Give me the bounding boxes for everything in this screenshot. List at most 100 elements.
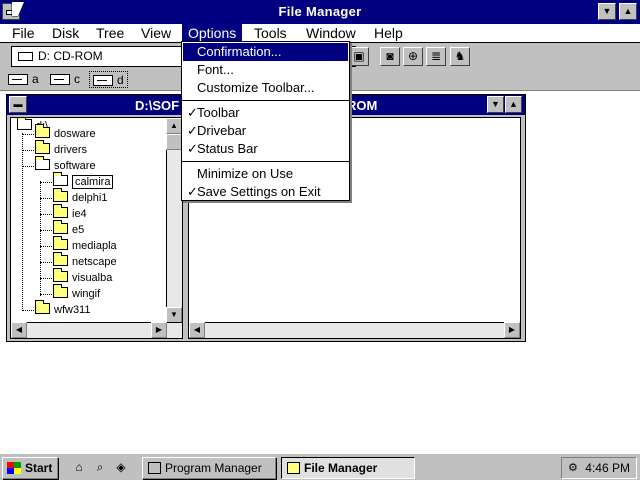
- menu-item-label: Confirmation...: [197, 44, 282, 59]
- task-file-manager[interactable]: File Manager: [281, 457, 415, 479]
- properties-icon[interactable]: ≣: [426, 47, 446, 66]
- quicklaunch-desktop-icon[interactable]: ◈: [112, 459, 130, 476]
- folder-icon: [53, 252, 68, 266]
- menu-item-label: Status Bar: [197, 141, 258, 156]
- tree-item-label: drivers: [54, 144, 88, 156]
- tools-icon[interactable]: ♞: [450, 47, 470, 66]
- tree-connector: [22, 133, 23, 311]
- menu-item-minimize-on-use[interactable]: Minimize on Use: [183, 165, 348, 183]
- task-program-manager[interactable]: Program Manager: [142, 457, 276, 479]
- clock[interactable]: 4:46 PM: [585, 458, 630, 478]
- tree-connector: [40, 182, 52, 183]
- drive-selector-value: D: CD-ROM: [38, 49, 103, 63]
- folder-icon: [35, 140, 50, 154]
- menu-item-status-bar[interactable]: ✓ Status Bar: [183, 140, 348, 158]
- tree-item-label: visualba: [72, 272, 113, 284]
- menu-view[interactable]: View: [135, 24, 177, 43]
- tree-item-calmira[interactable]: calmira: [53, 172, 114, 190]
- folder-icon: [35, 300, 50, 314]
- folder-icon: [53, 268, 68, 282]
- menu-disk[interactable]: Disk: [46, 24, 85, 43]
- tree-item-label: dosware: [54, 128, 96, 140]
- folder-open-icon: [53, 172, 68, 186]
- folder-icon: [53, 284, 68, 298]
- maximize-button[interactable]: ▲: [619, 3, 637, 20]
- disk-view-icon[interactable]: ◙: [380, 47, 400, 66]
- scroll-thumb[interactable]: [166, 134, 182, 150]
- tree-connector: [40, 246, 52, 247]
- drive-letter: a: [32, 72, 39, 86]
- menu-file[interactable]: File: [6, 24, 41, 43]
- child-maximize-button[interactable]: ▲: [505, 96, 522, 113]
- directory-window-title-end: ROM: [347, 98, 378, 113]
- tree-connector: [40, 294, 52, 295]
- tree-item-label: ie4: [72, 208, 87, 220]
- tree-vertical-scrollbar[interactable]: ▲ ▼: [166, 118, 182, 323]
- file-list-horizontal-scrollbar[interactable]: ◀ ▶: [189, 322, 520, 338]
- scroll-left-arrow-icon[interactable]: ◀: [11, 322, 27, 338]
- directory-tree-pane[interactable]: d:\ dosware drivers software calmira del…: [10, 117, 183, 339]
- scroll-right-arrow-icon[interactable]: ▶: [151, 322, 167, 338]
- floppy-drive-icon: [8, 74, 28, 86]
- tree-horizontal-scrollbar[interactable]: ◀ ▶: [11, 322, 182, 338]
- window-title-bar[interactable]: File Manager ▼ ▲: [0, 0, 640, 24]
- quicklaunch-find-icon[interactable]: ⌕: [91, 459, 109, 476]
- menu-item-label: Customize Toolbar...: [197, 80, 315, 95]
- scroll-left-arrow-icon[interactable]: ◀: [189, 322, 205, 338]
- program-manager-icon: [148, 462, 161, 474]
- tree-connector: [22, 134, 34, 135]
- tree-item-software[interactable]: software: [35, 156, 96, 174]
- folder-open-icon: [17, 118, 32, 130]
- menu-item-drivebar[interactable]: ✓ Drivebar: [183, 122, 348, 140]
- scroll-up-arrow-icon[interactable]: ▲: [166, 118, 182, 134]
- file-manager-icon: [287, 462, 300, 474]
- taskbar: Start ⌂ ⌕ ◈ Program Manager File Manager…: [0, 453, 640, 480]
- drive-c[interactable]: c: [50, 71, 80, 88]
- tree-item-label: wfw311: [54, 304, 91, 316]
- cdrom-drive-icon: [93, 75, 113, 87]
- menu-item-toolbar[interactable]: ✓ Toolbar: [183, 104, 348, 122]
- tree-item-label: software: [54, 160, 96, 172]
- menu-tree[interactable]: Tree: [90, 24, 130, 43]
- tree-connector: [40, 198, 52, 199]
- cdrom-icon: [18, 52, 33, 61]
- checkmark-icon: ✓: [187, 105, 198, 120]
- tree-connector: [40, 230, 52, 231]
- start-button[interactable]: Start: [2, 457, 58, 479]
- quicklaunch-explorer-icon[interactable]: ⌂: [70, 459, 88, 476]
- drive-d[interactable]: d: [89, 71, 128, 88]
- menu-item-label: Drivebar: [197, 123, 247, 138]
- connect-drive-icon[interactable]: ▣: [349, 47, 369, 66]
- tree-item-label: netscape: [72, 256, 117, 268]
- tree-item-label: mediapla: [72, 240, 117, 252]
- child-minimize-button[interactable]: ▼: [487, 96, 504, 113]
- tree-item-mediapla[interactable]: mediapla: [53, 236, 117, 254]
- tree-item-wfw311[interactable]: wfw311: [35, 300, 91, 318]
- menu-item-font[interactable]: Font...: [183, 61, 348, 79]
- drive-a[interactable]: a: [8, 71, 39, 88]
- start-label: Start: [25, 461, 53, 475]
- menu-item-save-settings-on-exit[interactable]: ✓ Save Settings on Exit: [183, 183, 348, 201]
- hard-drive-icon: [50, 74, 70, 86]
- child-system-menu-icon[interactable]: ▬: [9, 96, 27, 113]
- network-icon[interactable]: ⊕: [403, 47, 423, 66]
- menu-item-confirmation[interactable]: Confirmation...: [183, 43, 348, 61]
- folder-icon: [53, 188, 68, 202]
- options-menu: Confirmation... Font... Customize Toolba…: [181, 41, 350, 201]
- menu-separator: [182, 161, 349, 162]
- scroll-down-arrow-icon[interactable]: ▼: [166, 307, 182, 323]
- folder-icon: [53, 220, 68, 234]
- minimize-button[interactable]: ▼: [598, 3, 616, 20]
- tree-item-dosware[interactable]: dosware: [35, 124, 96, 142]
- tree-connector: [22, 150, 34, 151]
- mouse-cursor-icon: [12, 2, 24, 16]
- menu-help[interactable]: Help: [368, 24, 409, 43]
- tree-item-wingif[interactable]: wingif: [53, 284, 100, 302]
- tray-settings-icon[interactable]: ⚙: [568, 462, 581, 474]
- checkmark-icon: ✓: [187, 184, 198, 199]
- menu-item-customize-toolbar[interactable]: Customize Toolbar...: [183, 79, 348, 97]
- tree-item-netscape[interactable]: netscape: [53, 252, 117, 270]
- scroll-right-arrow-icon[interactable]: ▶: [504, 322, 520, 338]
- tree-connector: [22, 310, 34, 311]
- folder-icon: [53, 204, 68, 218]
